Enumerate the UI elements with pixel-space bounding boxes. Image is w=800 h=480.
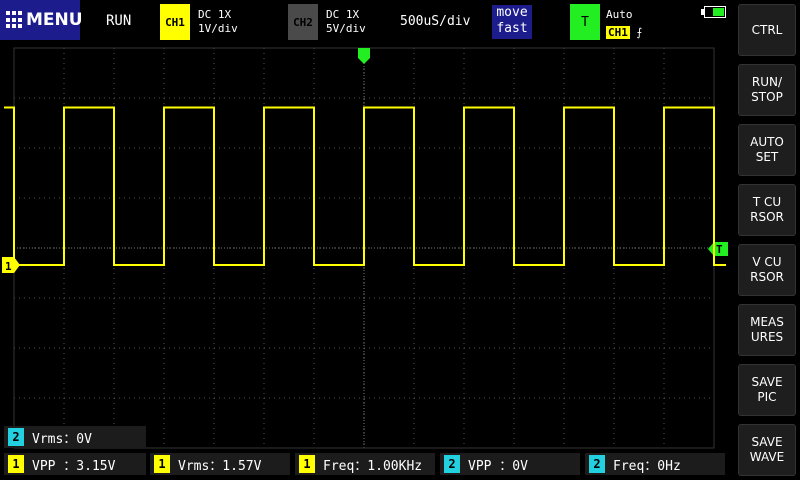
run-stop-button[interactable]: RUN/ STOP [738,64,796,116]
measurement-value: Vrms：0V [32,431,92,447]
measurement-channel-tag: 1 [299,455,315,473]
save-pic-button[interactable]: SAVE PIC [738,364,796,416]
measurement-value: VPP ：3.15V [32,458,116,474]
measurement-value: VPP ：0V [468,458,528,474]
measurement-channel-tag: 2 [444,455,460,473]
measurement-channel-tag: 1 [8,455,24,473]
save-wave-button[interactable]: SAVE WAVE [738,424,796,476]
scope-screen[interactable]: 1 T [0,0,736,480]
measurement-box: 2 Vrms：0V [4,426,146,448]
measurement-channel-tag: 2 [589,455,605,473]
ch1-level-marker-label: 1 [5,260,12,273]
measurement-box: 2 VPP ：0V [440,453,580,475]
measurement-value: Freq：1.00KHz [323,458,423,474]
t-cursor-button[interactable]: T CU RSOR [738,184,796,236]
measurement-box: 1 VPP ：3.15V [4,453,146,475]
ch1-waveform-trace [4,106,726,266]
auto-set-button[interactable]: AUTO SET [738,124,796,176]
trigger-level-marker-label: T [716,243,723,256]
measurement-value: Freq：0Hz [613,458,681,474]
measurement-channel-tag: 2 [8,428,24,446]
v-cursor-button[interactable]: V CU RSOR [738,244,796,296]
measures-button[interactable]: MEAS URES [738,304,796,356]
trigger-position-marker[interactable] [358,48,370,64]
measurement-box: 1 Freq：1.00KHz [295,453,435,475]
measurement-box: 2 Freq：0Hz [585,453,725,475]
measurement-value: Vrms：1.57V [178,458,262,474]
measurement-channel-tag: 1 [154,455,170,473]
measurement-box: 1 Vrms：1.57V [150,453,290,475]
trigger-level-marker[interactable]: T [708,242,728,256]
ctrl-button[interactable]: CTRL [738,4,796,56]
